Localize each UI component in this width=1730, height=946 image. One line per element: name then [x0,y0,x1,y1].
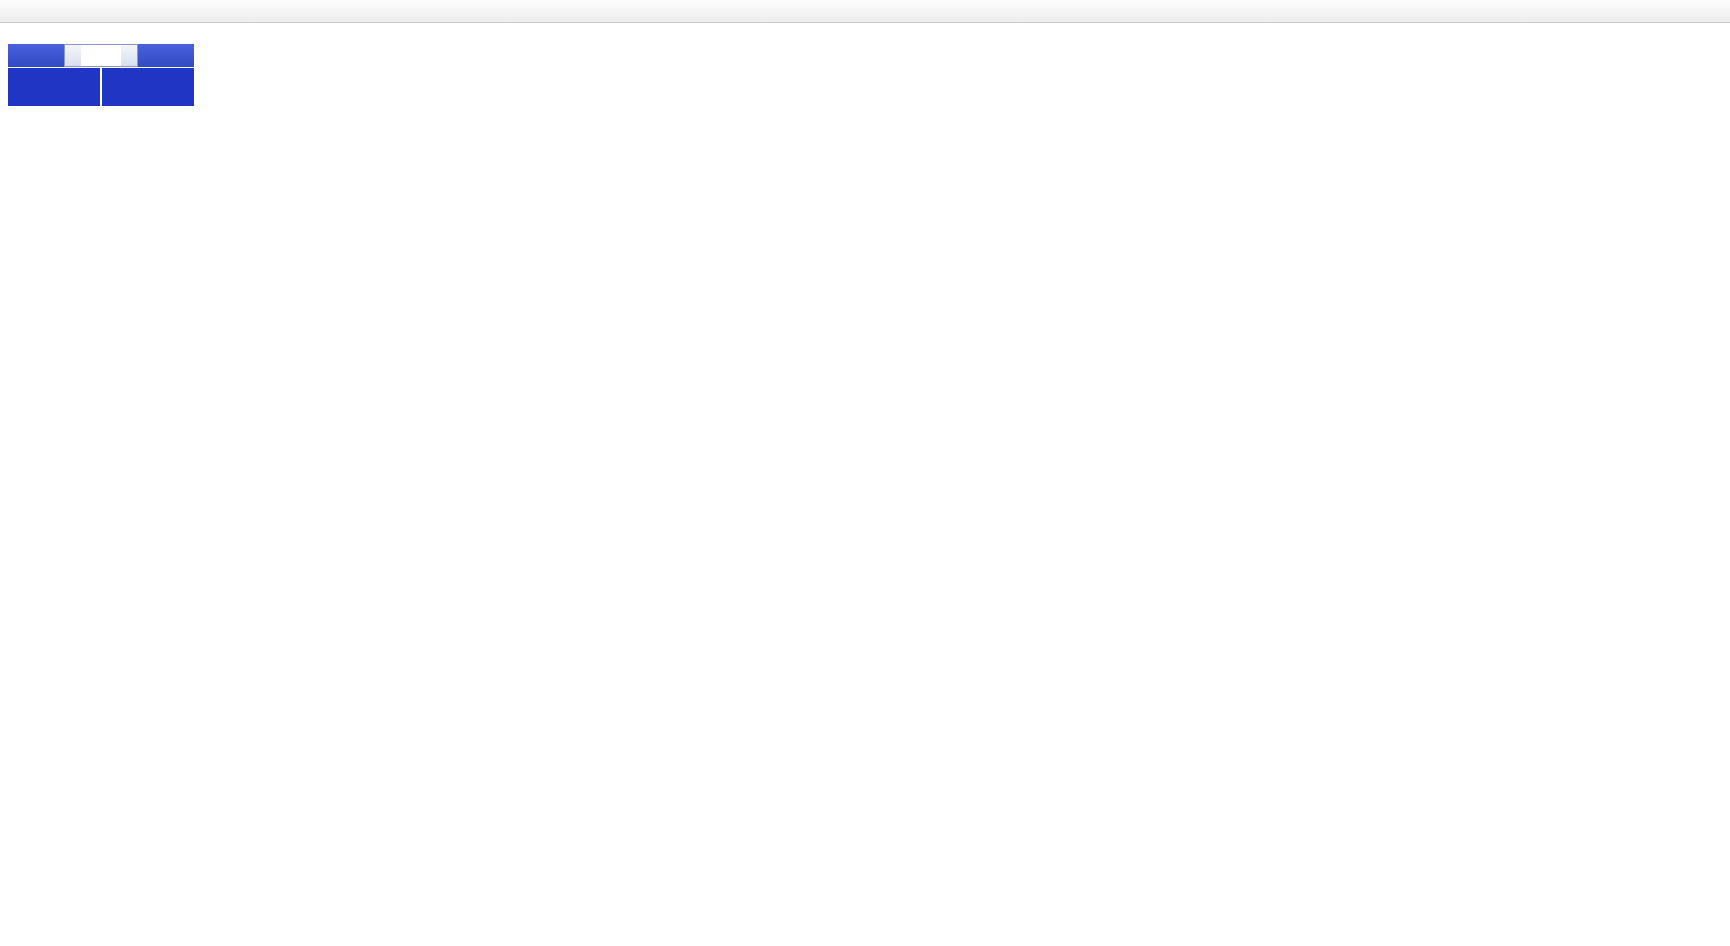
volume-up-button[interactable] [121,45,137,66]
volume-field[interactable] [64,44,138,67]
buy-button[interactable] [138,44,194,67]
toolbar [0,0,1730,23]
volume-value[interactable] [81,45,121,66]
chart-canvas[interactable] [0,22,1730,946]
volume-down-button[interactable] [65,45,81,66]
buy-price[interactable] [102,68,194,106]
sell-button[interactable] [8,44,64,67]
symbol-title [8,26,11,38]
sell-price[interactable] [8,68,100,106]
one-click-trading-panel [8,44,194,106]
